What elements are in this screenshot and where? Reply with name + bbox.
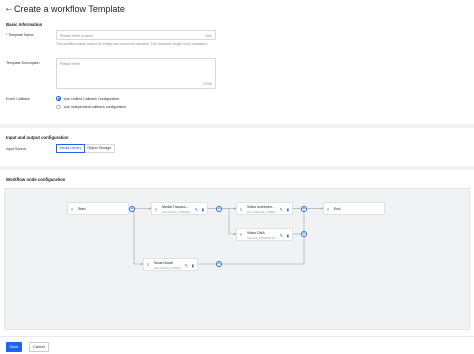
connector-audit-merge	[222, 237, 305, 265]
radio-checked-icon[interactable]	[56, 96, 61, 101]
workflow-canvas[interactable]: ≡ Start + ≡ Media Transco... sns-ransort…	[4, 188, 470, 330]
radio-unified-callback[interactable]: Use Unified Callback Configuration	[56, 96, 119, 102]
node-title: Video DNA	[247, 230, 265, 235]
connector-plus-audit	[133, 208, 143, 265]
workflow-node-video-dna[interactable]: ≡ Video DNA sns-dna_1752219713... ✎ ▮	[236, 227, 293, 241]
workflow-node-start[interactable]: ≡ Start	[67, 202, 129, 215]
add-node-plus-icon[interactable]: +	[216, 205, 222, 212]
radio-independent-callback[interactable]: Use independent callback configuration	[56, 104, 126, 110]
delete-icon[interactable]: ▮	[192, 263, 194, 268]
add-node-plus-icon[interactable]: +	[216, 261, 222, 267]
back-arrow-icon[interactable]: ←	[4, 2, 14, 16]
template-name-hint: This workflow name cannot be empty and c…	[56, 42, 209, 46]
node-type-icon: ≡	[147, 262, 150, 267]
add-node-plus-icon[interactable]: +	[301, 231, 307, 237]
save-button[interactable]: Save	[6, 342, 22, 352]
node-title: Smart Audit	[154, 260, 173, 265]
node-title: Start	[78, 207, 86, 212]
edit-icon[interactable]: ✎	[185, 263, 188, 268]
radio-unchecked-icon[interactable]	[56, 104, 61, 110]
template-description-textarea[interactable]: Please enter 0/256	[56, 58, 216, 89]
workflow-node-media-transcode[interactable]: ≡ Media Transco... sns-ransort_1752218..…	[151, 202, 208, 215]
input-source-selector: Media Library Object Storage	[56, 144, 115, 153]
delete-icon[interactable]: ▮	[202, 207, 204, 212]
template-name-input[interactable]: Please enter a name 0/64	[56, 30, 216, 40]
node-title: Video screensh...	[247, 205, 275, 209]
node-type-icon: ≡	[327, 206, 330, 212]
node-subtitle: sns-censort_175218...	[154, 265, 183, 270]
cancel-button[interactable]: Cancel	[29, 342, 49, 352]
edit-icon[interactable]: ✎	[280, 207, 283, 212]
edit-icon[interactable]: ✎	[280, 233, 283, 238]
node-type-icon: ≡	[71, 206, 74, 212]
template-description-counter: 0/256	[203, 82, 213, 86]
radio-independent-callback-label: Use independent callback configuration	[63, 105, 127, 109]
event-callback-label: Event Callback	[6, 97, 30, 101]
node-title: End	[334, 207, 341, 212]
template-description-placeholder: Please enter	[60, 62, 81, 66]
node-subtitle: sns-ransort_1752218...	[162, 210, 192, 215]
workflow-node-smart-audit[interactable]: ≡ Smart Audit sns-censort_175218... ✎ ▮	[143, 257, 198, 271]
input-source-object-storage[interactable]: Object Storage	[84, 144, 115, 153]
add-node-plus-icon[interactable]: +	[301, 205, 307, 212]
radio-unified-callback-label: Use Unified Callback Configuration	[63, 96, 120, 101]
template-name-placeholder: Please enter a name	[60, 34, 94, 38]
add-node-plus-icon[interactable]: +	[129, 205, 135, 212]
delete-icon[interactable]: ▮	[287, 207, 289, 212]
io-section-title: Input and output configuration	[6, 135, 69, 140]
template-name-label: * Template Name	[6, 33, 34, 37]
workflow-node-end[interactable]: ≡ End	[323, 202, 385, 215]
delete-icon[interactable]: ▮	[287, 233, 289, 238]
workflow-section-title: Workflow node configuration	[6, 177, 66, 182]
workflow-node-video-screenshot[interactable]: ≡ Video screensh... sns-snapshot_175221.…	[236, 202, 293, 215]
section-divider	[0, 166, 474, 170]
node-subtitle: sns-snapshot_175221...	[247, 210, 278, 215]
edit-icon[interactable]: ✎	[195, 207, 198, 212]
connector-plus-dna	[228, 208, 236, 235]
node-type-icon: ≡	[155, 206, 158, 212]
form-footer: Save Cancel	[0, 336, 474, 354]
input-source-label: Input Source	[6, 147, 27, 151]
page-header: ← Create a workflow Template	[0, 0, 474, 22]
template-description-label: Template Description	[6, 61, 40, 65]
template-name-counter: 0/64	[205, 34, 212, 38]
node-type-icon: ≡	[240, 232, 243, 237]
page-title: Create a workflow Template	[14, 4, 125, 14]
input-source-media-library[interactable]: Media Library	[56, 144, 85, 153]
node-title: Media Transco...	[162, 205, 189, 209]
node-type-icon: ≡	[240, 206, 243, 212]
node-subtitle: sns-dna_1752219713...	[247, 235, 278, 240]
basic-info-section-title: Basic Information	[6, 22, 43, 27]
section-divider	[0, 124, 474, 128]
